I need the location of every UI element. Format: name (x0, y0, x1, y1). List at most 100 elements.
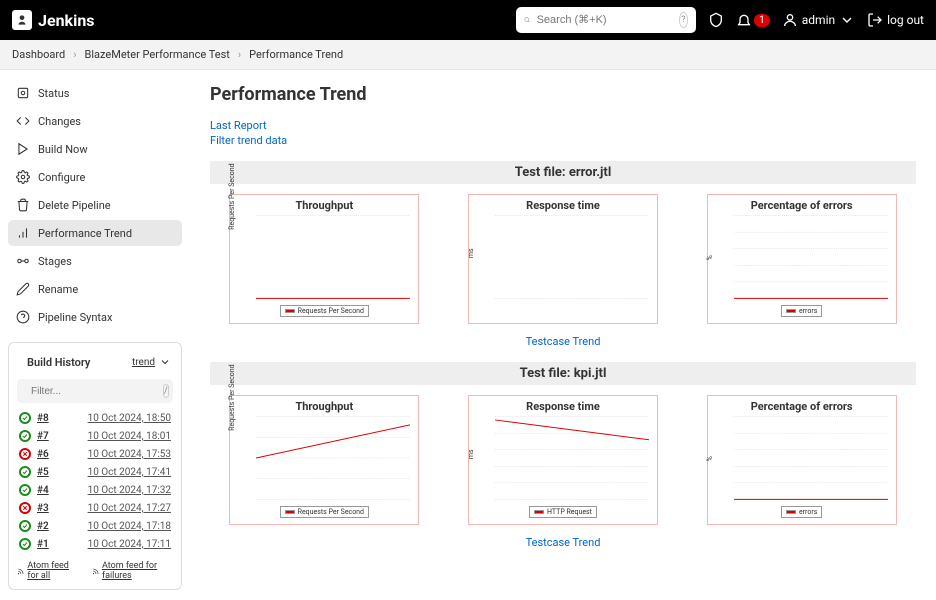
chart-title: Percentage of errors (712, 199, 892, 212)
charts-row: ThroughputRequests Per Second01#5#8Reque… (210, 194, 916, 324)
chart-area: 01#5#8 (256, 214, 410, 300)
build-number[interactable]: #5 (37, 467, 67, 478)
search-icon (524, 14, 530, 26)
breadcrumb-1[interactable]: Dashboard (12, 48, 65, 61)
build-number[interactable]: #1 (37, 539, 67, 550)
brand-text: Jenkins (38, 11, 95, 30)
alert-badge: 1 (754, 14, 770, 27)
search-input[interactable] (537, 14, 679, 26)
chart-ylabel: ms (467, 449, 475, 459)
user-menu[interactable]: admin (782, 12, 855, 28)
build-row[interactable]: #1 10 Oct 2024, 17:11 (17, 535, 173, 553)
chart-area: 5060708090#7#8 (256, 415, 410, 501)
build-row[interactable]: #3 10 Oct 2024, 17:27 (17, 499, 173, 517)
sidebar-item-label: Pipeline Syntax (38, 311, 112, 324)
rss-icon (92, 567, 99, 576)
build-row[interactable]: #5 10 Oct 2024, 17:41 (17, 463, 173, 481)
atom-feed-failures[interactable]: Atom feed for failures (92, 561, 173, 581)
atom-feed-all[interactable]: Atom feed for all (17, 561, 82, 581)
build-row[interactable]: #4 10 Oct 2024, 17:32 (17, 481, 173, 499)
chevron-right-icon: › (73, 48, 76, 61)
breadcrumb-3[interactable]: Performance Trend (249, 48, 343, 61)
chart-title: Response time (473, 400, 653, 413)
chart-ylabel: % (706, 456, 714, 461)
chart-legend: Requests Per Second (234, 302, 414, 317)
build-date[interactable]: 10 Oct 2024, 18:50 (88, 413, 171, 424)
gear-icon (16, 170, 30, 184)
breadcrumbs: Dashboard › BlazeMeter Performance Test … (0, 40, 936, 70)
last-report-link[interactable]: Last Report (210, 119, 916, 132)
build-row[interactable]: #6 10 Oct 2024, 17:53 (17, 445, 173, 463)
build-date[interactable]: 10 Oct 2024, 18:01 (88, 431, 171, 442)
chart-area: 050100150200250#7#8 (495, 415, 649, 501)
sidebar-item-status[interactable]: Status (8, 80, 182, 106)
sidebar-item-configure[interactable]: Configure (8, 164, 182, 190)
search-box[interactable]: ? (516, 7, 696, 33)
sidebar-item-label: Build Now (38, 143, 88, 156)
build-number[interactable]: #2 (37, 521, 67, 532)
build-status-icon (19, 502, 31, 514)
security-icon[interactable] (708, 12, 724, 28)
sidebar-item-build-now[interactable]: Build Now (8, 136, 182, 162)
sidebar-item-label: Status (38, 87, 69, 100)
help-icon (16, 310, 30, 324)
chart-throughput: Throughput Requests Per Second 5060708090#… (229, 395, 419, 525)
sidebar-item-stages[interactable]: Stages (8, 248, 182, 274)
build-date[interactable]: 10 Oct 2024, 17:41 (88, 467, 171, 478)
chart-response-time: Response time ms 050100150200250#7#8 HTTP R… (468, 395, 658, 525)
build-row[interactable]: #8 10 Oct 2024, 18:50 (17, 409, 173, 427)
sidebar-item-label: Performance Trend (38, 227, 132, 240)
chart-area: 01#5#8 (495, 214, 649, 300)
build-status-icon (19, 466, 31, 478)
build-date[interactable]: 10 Oct 2024, 17:53 (88, 449, 171, 460)
sidebar-item-rename[interactable]: Rename (8, 276, 182, 302)
chart-legend: HTTP Request (473, 503, 653, 518)
build-status-icon (19, 484, 31, 496)
logout-link[interactable]: log out (867, 12, 924, 28)
build-status-icon (19, 448, 31, 460)
build-row[interactable]: #2 10 Oct 2024, 17:18 (17, 517, 173, 535)
build-date[interactable]: 10 Oct 2024, 17:11 (88, 539, 171, 550)
sidebar-item-performance-trend[interactable]: Performance Trend (8, 220, 182, 246)
build-row[interactable]: #7 10 Oct 2024, 18:01 (17, 427, 173, 445)
testcase-trend-link[interactable]: Testcase Trend (526, 335, 601, 348)
sidebar: Status Changes Build Now Configure Delete Pi… (0, 70, 190, 600)
jenkins-logo[interactable]: Jenkins (12, 10, 95, 30)
build-date[interactable]: 10 Oct 2024, 17:18 (88, 521, 171, 532)
build-filter-input[interactable] (31, 386, 163, 397)
build-status-icon (19, 430, 31, 442)
trend-link[interactable]: trend (132, 357, 155, 368)
chart-title: Throughput (234, 400, 414, 413)
topbar: Jenkins ? 1 admin log out (0, 0, 936, 40)
build-filter[interactable]: / (17, 379, 173, 403)
build-date[interactable]: 10 Oct 2024, 17:27 (88, 503, 171, 514)
sidebar-item-label: Delete Pipeline (38, 199, 111, 212)
jenkins-icon (12, 10, 32, 30)
testcase-trend-link[interactable]: Testcase Trend (526, 536, 601, 549)
chart-response-time: Response timems01#5#8 (468, 194, 658, 324)
build-number[interactable]: #7 (37, 431, 67, 442)
chart-legend: errors (712, 503, 892, 518)
sidebar-item-changes[interactable]: Changes (8, 108, 182, 134)
changes-icon (16, 114, 30, 128)
chart-ylabel: Requests Per Second (228, 163, 236, 229)
sidebar-item-pipeline-syntax[interactable]: Pipeline Syntax (8, 304, 182, 330)
help-icon[interactable]: ? (679, 12, 689, 28)
page-title: Performance Trend (210, 84, 916, 105)
build-number[interactable]: #3 (37, 503, 67, 514)
build-date[interactable]: 10 Oct 2024, 17:32 (88, 485, 171, 496)
breadcrumb-2[interactable]: BlazeMeter Performance Test (85, 48, 230, 61)
build-number[interactable]: #8 (37, 413, 67, 424)
chart-throughput: ThroughputRequests Per Second01#5#8Reque… (229, 194, 419, 324)
build-number[interactable]: #6 (37, 449, 67, 460)
chart-title: Throughput (234, 199, 414, 212)
filter-trend-link[interactable]: Filter trend data (210, 134, 916, 147)
chevron-down-icon[interactable] (159, 356, 171, 368)
chart-legend: Requests Per Second (234, 503, 414, 518)
sidebar-item-delete-pipeline[interactable]: Delete Pipeline (8, 192, 182, 218)
testfile-header: Test file: kpi.jtl (210, 362, 916, 385)
alerts-icon[interactable]: 1 (736, 12, 770, 28)
chart-ylabel: ms (467, 248, 475, 258)
build-number[interactable]: #4 (37, 485, 67, 496)
play-icon (16, 142, 30, 156)
